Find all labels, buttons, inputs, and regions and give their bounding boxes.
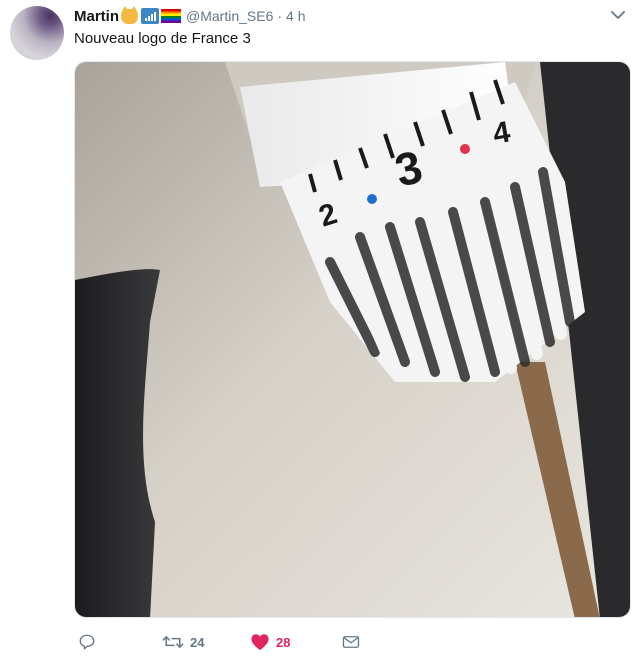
direct-message-button[interactable] <box>342 630 360 654</box>
reply-icon <box>79 634 95 650</box>
rainbow-flag-icon <box>161 9 181 23</box>
separator-dot: · <box>277 8 283 24</box>
author-name[interactable]: Martin <box>74 8 119 25</box>
like-count: 28 <box>276 634 291 650</box>
signal-bars-icon <box>141 8 159 24</box>
tweet-actions: 24 28 <box>74 630 474 654</box>
retweet-count: 24 <box>190 634 205 650</box>
tweet-header: Martin @Martin_SE6 · 4 h <box>74 5 306 26</box>
retweet-button[interactable]: 24 <box>162 630 204 654</box>
tweet-photo[interactable]: 2 3 4 <box>74 61 631 618</box>
blue-dot <box>367 194 377 204</box>
timestamp[interactable]: 4 h <box>286 8 305 24</box>
retweet-icon <box>162 636 184 648</box>
author-handle[interactable]: @Martin_SE6 <box>186 8 273 24</box>
envelope-icon <box>342 636 360 648</box>
tweet-text: Nouveau logo de France 3 <box>74 30 251 47</box>
heart-icon <box>251 634 269 651</box>
red-dot <box>460 144 470 154</box>
tweet[interactable]: Martin @Martin_SE6 · 4 h Nouveau logo de… <box>0 0 639 657</box>
like-button[interactable]: 28 <box>250 630 290 654</box>
chevron-down-icon[interactable] <box>611 10 625 20</box>
thermostat-photo: 2 3 4 <box>75 62 630 617</box>
cat-face-icon <box>121 5 138 24</box>
avatar[interactable] <box>10 6 64 60</box>
reply-button[interactable] <box>78 630 102 654</box>
